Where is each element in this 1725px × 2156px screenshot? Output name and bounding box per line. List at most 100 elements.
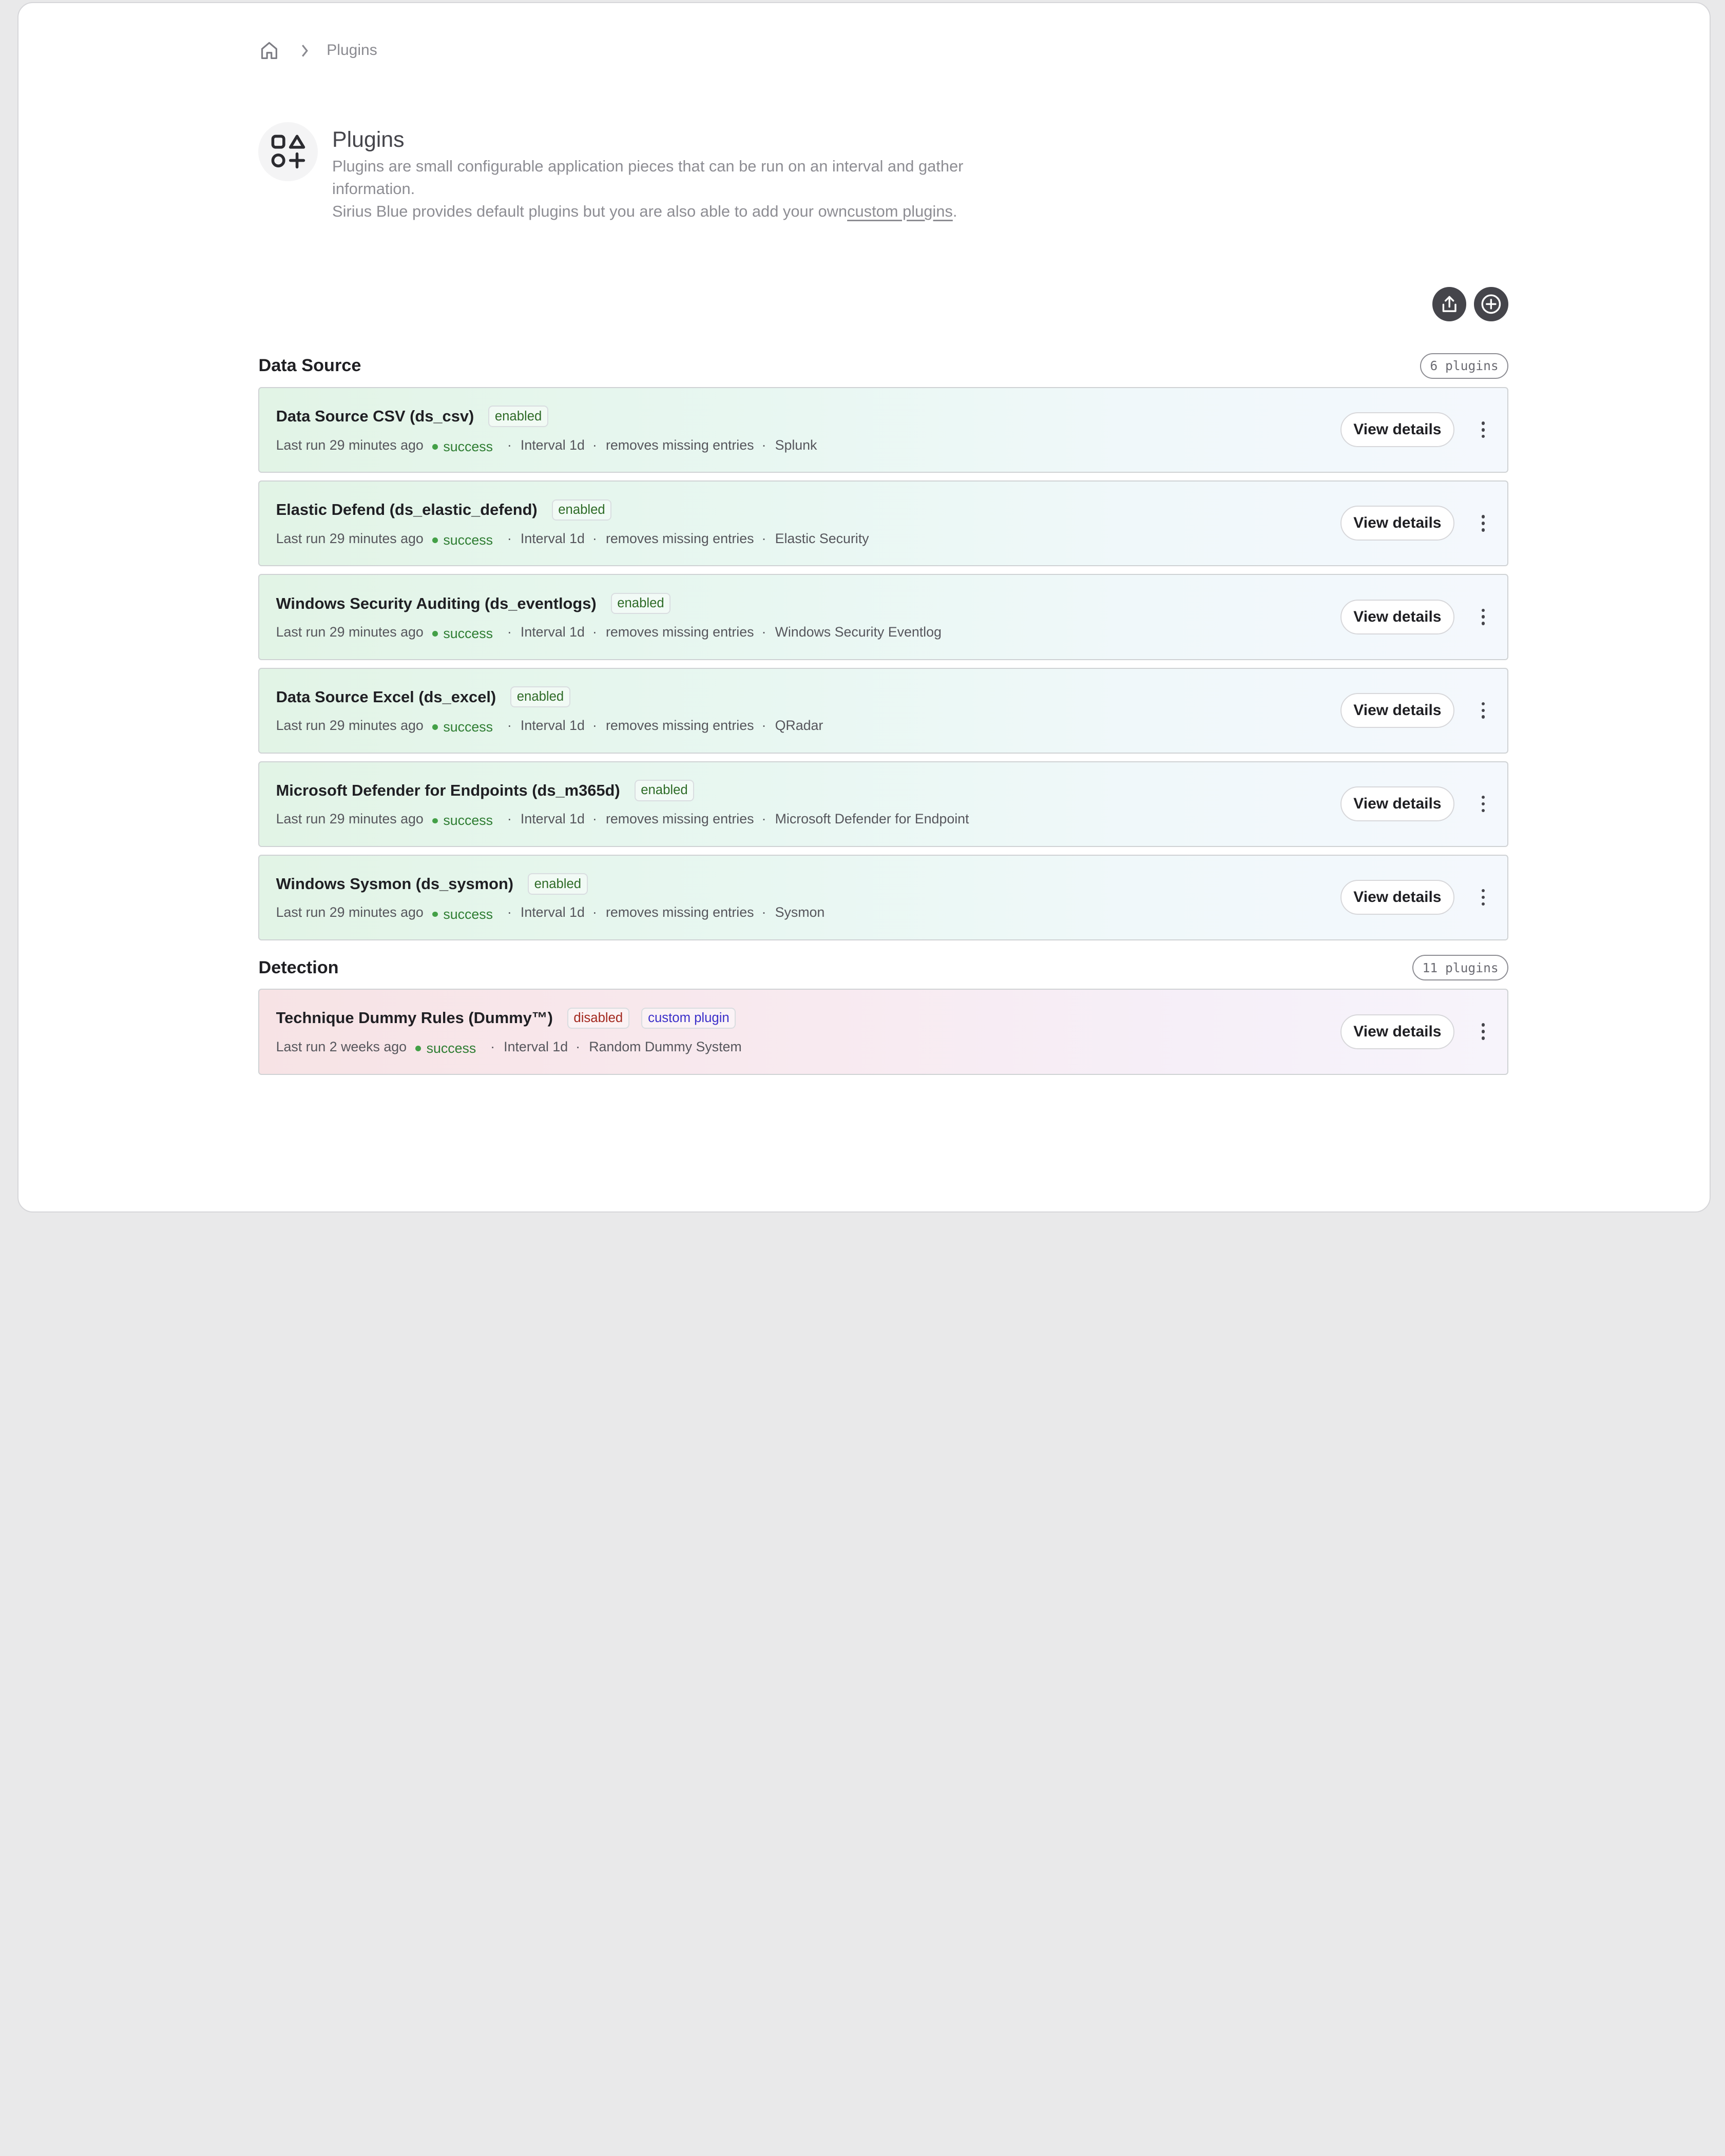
plugin-meta: Last run 29 minutes ago success · Interva…: [276, 437, 817, 455]
view-details-button[interactable]: View details: [1340, 880, 1455, 915]
interval: Interval 1d: [520, 717, 585, 733]
page-actions: [1432, 287, 1508, 321]
last-run: Last run 29 minutes ago: [276, 904, 424, 920]
view-details-button[interactable]: View details: [1340, 692, 1455, 728]
target-system: QRadar: [775, 717, 823, 733]
plugin-count-badge: 6 plugins: [1420, 353, 1508, 379]
plugin-meta: Last run 29 minutes ago success · Interva…: [276, 624, 942, 642]
plugin-meta: Last run 29 minutes ago success · Interva…: [276, 811, 969, 829]
plugin-name: Data Source CSV (ds_csv): [276, 407, 474, 426]
last-run: Last run 29 minutes ago: [276, 624, 424, 640]
run-status: success: [432, 439, 493, 455]
add-plugin-button[interactable]: [1474, 287, 1508, 321]
custom-plugin-badge: custom plugin: [641, 1007, 736, 1029]
description-text: Sirius Blue provides default plugins but…: [332, 202, 848, 220]
plugin-meta: Last run 29 minutes ago success · Interva…: [276, 717, 823, 735]
removes-info: removes missing entries: [605, 717, 754, 733]
plugin-card: Technique Dummy Rules (Dummy™) disabled cu…: [258, 989, 1508, 1075]
last-run: Last run 29 minutes ago: [276, 437, 424, 453]
run-status-label: success: [443, 626, 493, 642]
removes-info: removes missing entries: [605, 437, 754, 453]
status-badge: disabled: [567, 1007, 629, 1029]
status-badge: enabled: [510, 686, 570, 708]
status-badge: enabled: [610, 592, 671, 614]
custom-plugins-link[interactable]: custom plugins: [847, 202, 953, 220]
interval: Interval 1d: [520, 437, 585, 453]
section-title: Detection: [258, 957, 339, 977]
more-options-icon[interactable]: [1474, 413, 1492, 446]
plugin-card: Data Source CSV (ds_csv) enabled Last run…: [258, 387, 1508, 473]
add-circle-icon: [1481, 294, 1501, 314]
run-status-label: success: [443, 906, 493, 922]
plugin-card: Data Source Excel (ds_excel) enabled Last…: [258, 667, 1508, 754]
view-details-button[interactable]: View details: [1340, 786, 1455, 821]
more-options-icon[interactable]: [1474, 507, 1492, 540]
run-status: success: [415, 1041, 476, 1056]
interval: Interval 1d: [504, 1038, 568, 1054]
last-run: Last run 29 minutes ago: [276, 530, 424, 546]
page-title: Plugins: [332, 127, 405, 152]
run-status-label: success: [443, 813, 493, 829]
view-details-button[interactable]: View details: [1340, 506, 1455, 541]
interval: Interval 1d: [520, 530, 585, 546]
shapes-icon: [258, 122, 318, 182]
status-badge: enabled: [527, 873, 588, 895]
status-badge: enabled: [634, 780, 695, 801]
run-status-label: success: [443, 719, 493, 735]
home-icon[interactable]: [258, 40, 280, 62]
plugin-count-badge: 11 plugins: [1412, 954, 1508, 981]
removes-info: removes missing entries: [605, 624, 754, 640]
last-run: Last run 2 weeks ago: [276, 1038, 407, 1054]
last-run: Last run 29 minutes ago: [276, 811, 424, 827]
breadcrumb: Plugins: [258, 38, 377, 63]
target-system: Elastic Security: [775, 530, 869, 546]
description-suffix: .: [952, 202, 957, 220]
status-dot-icon: [432, 631, 438, 637]
target-system: Sysmon: [775, 904, 825, 920]
run-status-label: success: [443, 438, 493, 454]
more-options-icon[interactable]: [1474, 787, 1492, 820]
plugin-meta: Last run 2 weeks ago success · Interval 1…: [276, 1038, 742, 1056]
run-status-label: success: [426, 1040, 476, 1056]
description-line-1: Plugins are small configurable applicati…: [332, 157, 964, 198]
target-system: Random Dummy System: [589, 1038, 742, 1054]
plugin-card: Windows Sysmon (ds_sysmon) enabled Last r…: [258, 854, 1508, 941]
status-dot-icon: [432, 911, 438, 917]
description-line-2: Sirius Blue provides default plugins but…: [332, 200, 992, 223]
run-status: success: [432, 719, 493, 735]
more-options-icon[interactable]: [1474, 1015, 1492, 1048]
status-badge: enabled: [551, 499, 612, 521]
breadcrumb-current: Plugins: [327, 42, 377, 59]
upload-button[interactable]: [1432, 287, 1467, 321]
removes-info: removes missing entries: [605, 904, 754, 920]
upload-icon: [1442, 296, 1456, 313]
plugin-name: Technique Dummy Rules (Dummy™): [276, 1009, 553, 1027]
target-system: Microsoft Defender for Endpoint: [775, 811, 969, 827]
section-title: Data Source: [258, 356, 361, 376]
status-badge: enabled: [488, 406, 549, 428]
status-dot-icon: [432, 818, 438, 824]
view-details-button[interactable]: View details: [1340, 1014, 1455, 1049]
removes-info: removes missing entries: [605, 530, 754, 546]
more-options-icon[interactable]: [1474, 881, 1492, 914]
view-details-button[interactable]: View details: [1340, 412, 1455, 448]
plugin-card: Windows Security Auditing (ds_eventlogs)…: [258, 574, 1508, 660]
interval: Interval 1d: [520, 624, 585, 640]
more-options-icon[interactable]: [1474, 600, 1492, 633]
target-system: Windows Security Eventlog: [775, 624, 942, 640]
run-status: success: [432, 532, 493, 548]
run-status: success: [432, 907, 493, 922]
plugin-meta: Last run 29 minutes ago success · Interva…: [276, 904, 825, 922]
plugin-name: Windows Sysmon (ds_sysmon): [276, 875, 514, 893]
run-status: success: [432, 626, 493, 642]
plugin-name: Elastic Defend (ds_elastic_defend): [276, 500, 538, 519]
target-system: Splunk: [775, 437, 817, 453]
status-dot-icon: [415, 1046, 421, 1051]
run-status: success: [432, 813, 493, 829]
more-options-icon[interactable]: [1474, 694, 1492, 727]
section-header-detection: Detection 11 plugins: [258, 954, 1508, 981]
section-header-data-source: Data Source 6 plugins: [258, 353, 1508, 379]
view-details-button[interactable]: View details: [1340, 599, 1455, 634]
plugin-meta: Last run 29 minutes ago success · Interva…: [276, 530, 869, 548]
status-dot-icon: [432, 537, 438, 543]
